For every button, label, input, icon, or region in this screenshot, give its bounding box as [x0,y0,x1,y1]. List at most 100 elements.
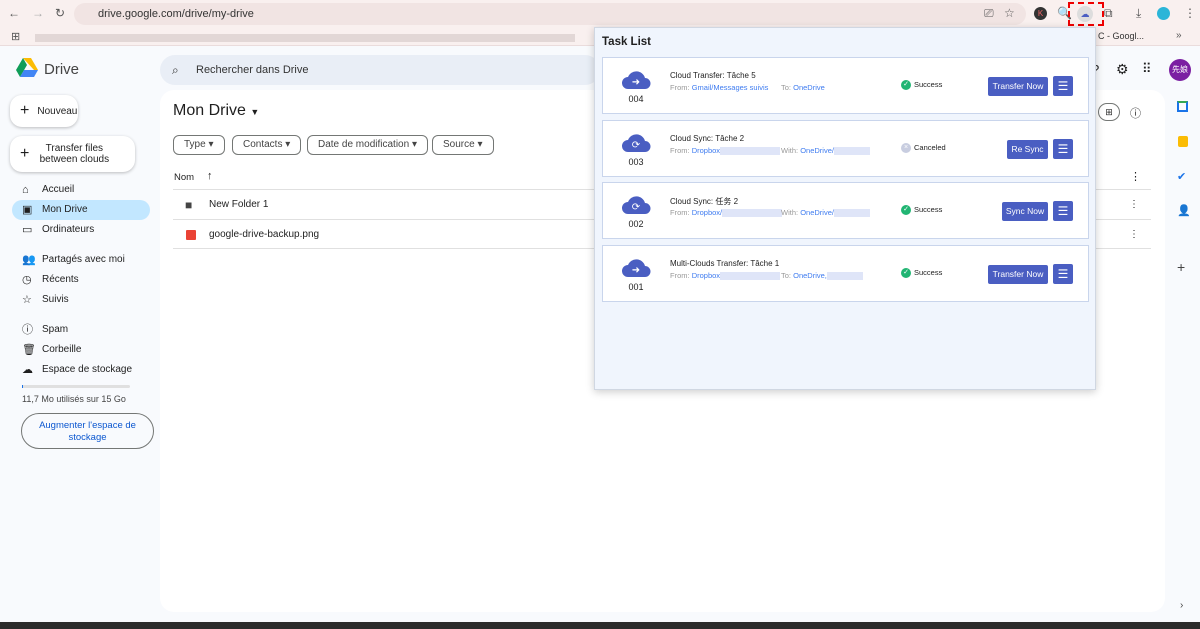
expand-panel-icon[interactable]: › [1180,600,1183,611]
task-action-button[interactable]: Transfer Now [988,265,1048,284]
source-link[interactable]: Dropbox [692,146,720,155]
more-icon[interactable]: ⋮ [1130,170,1141,183]
destination-link[interactable]: OneDrive/ [800,208,834,217]
nav-recents[interactable]: ◷ Récents [12,270,150,290]
destination-link[interactable]: OneDrive, [793,271,827,280]
source-link[interactable]: Dropbox [692,271,720,280]
grid-view-icon[interactable]: ⊞ [1098,103,1120,121]
bookmark-star-icon[interactable]: ☆ [1004,6,1015,20]
profile-avatar[interactable] [1157,7,1170,20]
task-destination: To: OneDrive, [781,271,863,281]
nav-ordinateurs[interactable]: ▭ Ordinateurs [12,220,150,240]
contacts-icon[interactable]: 👤 [1177,204,1191,217]
more-icon[interactable]: ⋮ [1129,190,1139,220]
destination-link[interactable]: OneDrive/ [800,146,834,155]
reload-icon[interactable]: ↻ [55,6,65,20]
task-menu-list-icon[interactable]: ☰ [1053,201,1073,221]
task-menu-list-icon[interactable]: ☰ [1053,264,1073,284]
task-title: Cloud Transfer: Tâche 5 [670,71,756,80]
extensions-puzzle-icon[interactable]: ⧉ [1104,6,1113,21]
sync-cloud-icon: ⟳ [621,131,651,153]
apps-icon[interactable]: ⊞ [11,30,20,43]
folder-icon: ■ [185,198,193,212]
nav-mon-drive[interactable]: ▣ Mon Drive [12,200,150,220]
nav-partages[interactable]: 👥 Partagés avec moi [12,250,150,270]
task-title: Cloud Sync: Tâche 2 [670,134,745,143]
task-menu-list-icon[interactable]: ☰ [1053,139,1073,159]
address-bar[interactable]: drive.google.com/drive/my-drive [74,3,1026,25]
info-icon[interactable]: ⓘ [1130,105,1141,121]
task-action-button[interactable]: Re Sync [1007,140,1048,159]
keep-icon[interactable] [1178,136,1188,147]
cloud-icon: ☁ [22,364,33,376]
task-destination: With: OneDrive/ [781,146,870,156]
svg-text:➜: ➜ [632,77,640,88]
nav-accueil[interactable]: ⌂ Accueil [12,180,150,200]
transfer-files-button[interactable]: + Transfer files between clouds [10,136,135,172]
task-status: ✓ Success [901,268,942,279]
more-icon[interactable]: ⋮ [1129,220,1139,250]
filter-contacts[interactable]: Contacts ▾ [232,135,302,155]
image-file-icon [186,230,196,240]
back-icon[interactable]: ← [8,6,20,20]
task-destination: With: OneDrive/ [781,208,870,218]
filter-type[interactable]: Type ▾ [173,135,225,155]
add-addon-icon[interactable]: + [1177,259,1185,275]
calendar-icon[interactable] [1177,101,1188,112]
multcloud-extension-icon[interactable]: ☁ [1077,6,1093,22]
nav-stockage[interactable]: ☁ Espace de stockage [12,360,150,380]
nav-suivis[interactable]: ☆ Suivis [12,290,150,310]
popup-title: Task List [602,36,651,48]
task-action-button[interactable]: Transfer Now [988,77,1048,96]
account-avatar[interactable]: 先娘 [1169,59,1191,81]
upgrade-storage-button[interactable]: Augmenter l'espace de stockage [21,413,154,449]
svg-text:⟳: ⟳ [632,202,641,213]
task-id: 002 [628,219,644,229]
transfer-cloud-icon: ➜ [621,68,651,90]
transfer-button-label: Transfer files between clouds [39,143,110,165]
settings-gear-icon[interactable]: ⚙ [1116,61,1129,78]
new-button[interactable]: + Nouveau [10,95,78,127]
install-icon[interactable]: ⎚ [984,6,994,21]
taskbar [0,622,1200,629]
source-link[interactable]: Gmail/Messages suivis [692,83,769,92]
plus-icon: + [20,145,30,162]
forward-icon[interactable]: → [32,6,44,20]
sort-arrow-icon[interactable]: ↑ [207,170,213,182]
nav-spam[interactable]: ⓘ Spam [12,320,150,340]
svg-text:➜: ➜ [632,265,640,276]
filter-source[interactable]: Source ▾ [432,135,494,155]
home-icon: ⌂ [22,184,29,196]
star-icon: ☆ [22,294,32,306]
task-source: From: Dropbox [670,271,781,281]
tasks-icon[interactable]: ✔ [1177,170,1186,183]
task-id: 004 [628,94,644,104]
bookmark-item[interactable]: C - Googl... [1098,31,1144,41]
task-card: ➜ 001 Multi-Clouds Transfer: Tâche 1 Fro… [602,245,1089,302]
page-title[interactable]: Mon Drive ▼ [173,102,259,120]
task-card: ➜ 004 Cloud Transfer: Tâche 5 From: Gmai… [602,57,1089,114]
destination-link[interactable]: OneDrive [793,83,825,92]
task-menu-list-icon[interactable]: ☰ [1053,76,1073,96]
transfer-cloud-icon: ➜ [621,256,651,278]
spam-icon: ⓘ [22,324,33,336]
download-icon[interactable]: ⤓ [1136,6,1141,21]
filter-date[interactable]: Date de modification ▾ [307,135,428,155]
column-name-header[interactable]: Nom [174,172,194,183]
google-apps-icon[interactable]: ⠿ [1142,61,1152,77]
blurred-bookmarks [35,34,575,42]
success-check-icon: ✓ [901,205,911,216]
clock-icon: ◷ [22,274,32,286]
extension-k-icon[interactable]: K [1034,7,1047,20]
plus-icon: + [20,102,30,119]
menu-icon[interactable]: ⋮ [1184,6,1196,20]
search-input[interactable]: ⌕ Rechercher dans Drive [160,55,600,85]
more-bookmarks-icon[interactable]: » [1176,30,1182,41]
nav-corbeille[interactable]: 🗑 Corbeille [12,340,150,360]
canceled-icon: × [901,143,911,154]
source-link[interactable]: Dropbox/ [692,208,722,217]
search-placeholder: Rechercher dans Drive [196,64,309,76]
task-action-button[interactable]: Sync Now [1002,202,1048,221]
task-status: ✓ Success [901,205,942,216]
task-source: From: Gmail/Messages suivis [670,83,769,92]
